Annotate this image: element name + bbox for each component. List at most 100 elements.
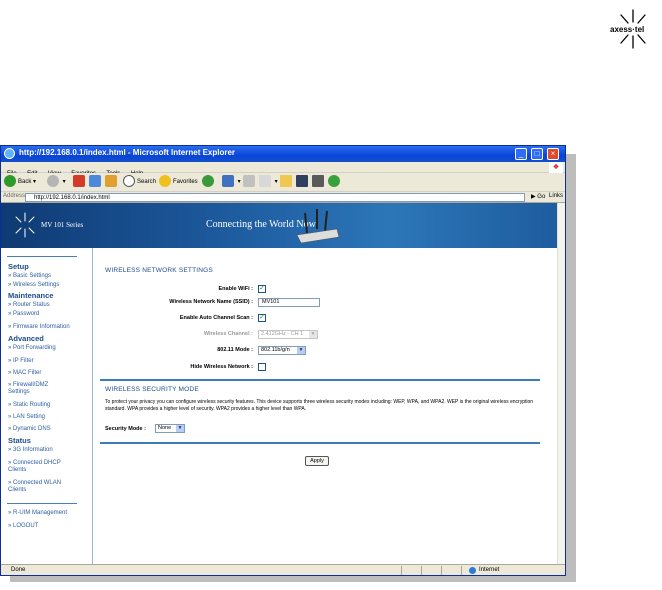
sidebar-item-dynamic-dns[interactable]: » Dynamic DNS [8, 426, 51, 433]
enable-wifi-label: Enable WiFi : [218, 286, 253, 292]
security-mode-value: None [158, 425, 172, 431]
channel-label: Wireless Channel : [203, 331, 253, 337]
address-input[interactable]: http://192.168.0.1/index.html [25, 193, 525, 202]
security-mode-title: WIRELESS SECURITY MODE [105, 386, 199, 393]
page: axess·tel http://192.168.0.1/index.html … [0, 0, 662, 590]
media-button[interactable] [202, 175, 216, 190]
sidebar-item-basic-settings[interactable]: » Basic Settings [8, 273, 51, 280]
research-icon [312, 175, 324, 188]
forward-button[interactable]: ▾ [47, 175, 66, 190]
stop-button[interactable] [73, 175, 87, 190]
go-label: Go [537, 194, 546, 200]
sidebar: Setup » Basic Settings » Wireless Settin… [1, 248, 93, 564]
sidebar-heading-advanced: Advanced [8, 334, 44, 343]
mail-button[interactable] [243, 175, 257, 190]
go-button[interactable]: ▶ Go [531, 193, 545, 200]
chevron-down-icon: ▼ [297, 347, 305, 354]
internet-zone-icon [469, 567, 476, 574]
mode-label: 802.11 Mode : [217, 347, 253, 353]
sidebar-item-mac-filter[interactable]: » MAC Filter [8, 370, 41, 377]
mode-select[interactable]: 802.11b/g/n ▼ [258, 346, 306, 355]
sidebar-item-static-routing[interactable]: » Static Routing [8, 402, 50, 409]
search-button[interactable]: Search [123, 175, 156, 190]
close-button[interactable]: × [547, 148, 559, 160]
maximize-button[interactable]: □ [531, 148, 543, 160]
auto-channel-checkbox[interactable]: ✓ [258, 314, 266, 322]
apply-button[interactable]: Apply [305, 456, 329, 466]
links-button[interactable]: Links [549, 193, 563, 199]
menu-bar: File Edit View Favorites Tools Help ❖ [1, 162, 565, 177]
status-text: Done [11, 567, 26, 573]
ssid-label: Wireless Network Name (SSID) : [169, 299, 253, 305]
section-divider [100, 379, 540, 381]
home-icon [105, 175, 117, 188]
enable-wifi-checkbox[interactable]: ✓ [258, 285, 266, 293]
address-bar: Address http://192.168.0.1/index.html ▶ … [1, 192, 565, 203]
sidebar-item-ip-filter[interactable]: » IP Filter [8, 358, 34, 365]
sidebar-item-3g-information[interactable]: » 3G Information [8, 447, 53, 454]
history-button[interactable]: ▾ [222, 175, 241, 190]
ssid-input[interactable]: MV101 [258, 298, 320, 307]
zone-label: Internet [479, 567, 500, 573]
chevron-down-icon: ▼ [309, 331, 317, 338]
chevron-down-icon: ▼ [176, 425, 184, 432]
sidebar-item-port-forwarding[interactable]: » Port Forwarding [8, 345, 56, 352]
security-mode-select[interactable]: None ▼ [155, 424, 185, 433]
favorites-label: Favorites [173, 179, 198, 185]
stop-icon [73, 175, 85, 188]
hide-network-checkbox[interactable] [258, 363, 266, 371]
favorites-button[interactable]: Favorites [159, 175, 198, 190]
forward-arrow-icon [47, 175, 59, 188]
print-button[interactable]: ▾ [259, 175, 278, 190]
page-viewport: MV 101 Series Connecting the World Now S… [1, 203, 565, 564]
logo-text: axess·tel [610, 25, 645, 34]
ie-icon [4, 148, 15, 159]
research-button[interactable] [312, 175, 326, 190]
sidebar-item-firewall-dmz[interactable]: » Firewall/DMZ Settings [8, 382, 68, 396]
browser-window: http://192.168.0.1/index.html - Microsof… [0, 145, 566, 576]
toolbar: Back ▾ ▾ Search Favorites ▾ ▾ [1, 173, 565, 192]
home-button[interactable] [105, 175, 119, 190]
messenger-button[interactable] [328, 175, 342, 190]
sidebar-item-wlan-clients[interactable]: » Connected WLAN Clients [8, 480, 70, 494]
sidebar-divider [7, 256, 77, 257]
sidebar-item-password[interactable]: » Password [8, 311, 39, 318]
edit-icon [296, 175, 308, 188]
sidebar-item-router-status[interactable]: » Router Status [8, 302, 50, 309]
sidebar-heading-maintenance: Maintenance [8, 291, 54, 300]
media-icon [202, 175, 214, 188]
wireless-settings-title: WIRELESS NETWORK SETTINGS [105, 267, 213, 274]
section-divider [100, 442, 540, 444]
starburst-icon [15, 212, 35, 238]
back-label: Back [18, 179, 32, 185]
folder-button[interactable] [280, 175, 294, 190]
print-icon [259, 175, 271, 188]
sidebar-heading-setup: Setup [8, 262, 29, 271]
messenger-icon [328, 175, 340, 188]
edit-button[interactable] [296, 175, 310, 190]
security-mode-label: Security Mode : [105, 426, 146, 432]
sidebar-item-logout[interactable]: » LOGOUT [8, 523, 38, 530]
star-icon [159, 175, 171, 188]
title-bar[interactable]: http://192.168.0.1/index.html - Microsof… [1, 146, 565, 162]
sidebar-divider [7, 503, 77, 504]
address-label: Address [3, 193, 26, 199]
sidebar-item-dhcp-clients[interactable]: » Connected DHCP Clients [8, 460, 70, 474]
router-icon [296, 209, 340, 244]
vertical-scrollbar[interactable] [557, 203, 565, 564]
refresh-button[interactable] [89, 175, 103, 190]
search-label: Search [137, 179, 157, 185]
folder-icon [280, 175, 292, 188]
back-button[interactable]: Back ▾ [4, 175, 36, 190]
status-bar: Done Internet [1, 564, 565, 575]
sidebar-item-wireless-settings[interactable]: » Wireless Settings [8, 282, 59, 289]
sidebar-item-ruim-management[interactable]: » R-UIM Management [8, 510, 67, 517]
history-icon [222, 175, 234, 188]
status-divider [401, 566, 402, 575]
minimize-button[interactable]: _ [515, 148, 527, 160]
channel-value: 2.412GHz - CH 1 [261, 331, 304, 337]
channel-select[interactable]: 2.412GHz - CH 1 ▼ [258, 330, 318, 339]
sidebar-item-firmware-information[interactable]: » Firmware Information [8, 324, 70, 331]
status-divider [421, 566, 422, 575]
sidebar-item-lan-setting[interactable]: » LAN Setting [8, 414, 45, 421]
